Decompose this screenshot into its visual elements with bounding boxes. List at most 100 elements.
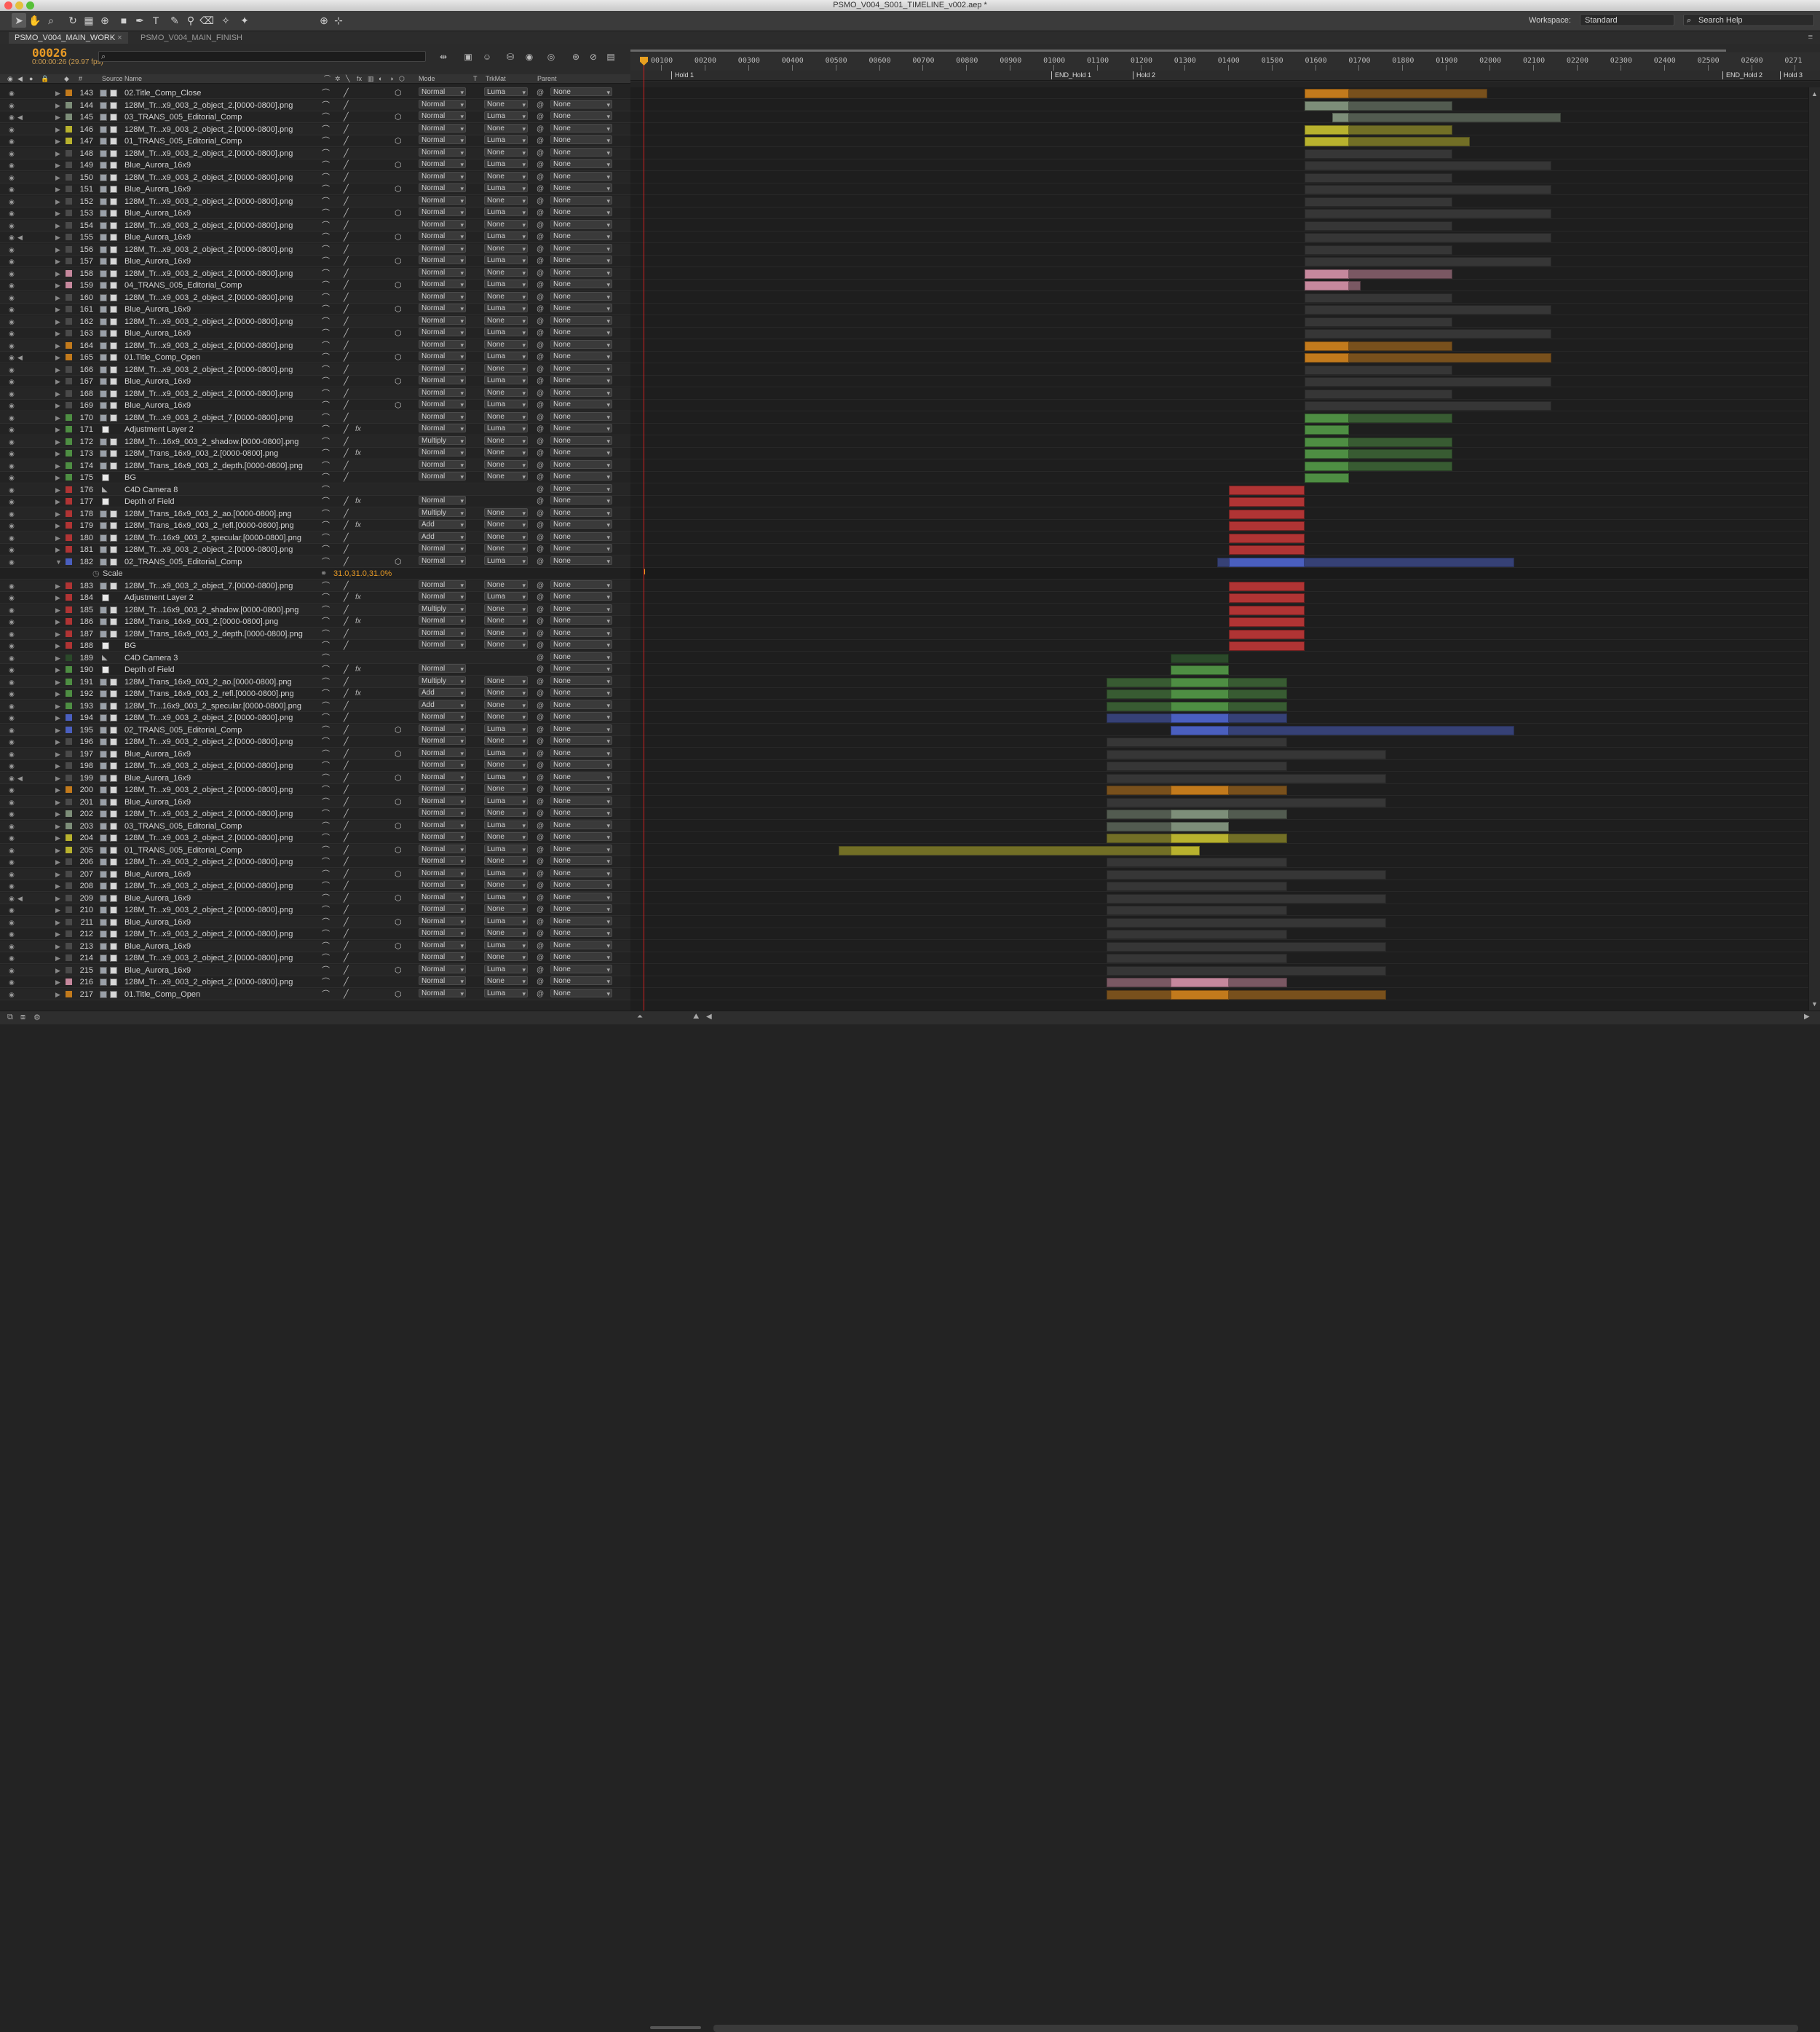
blend-mode-dropdown[interactable]: Normal xyxy=(419,244,466,253)
label-color-swatch[interactable] xyxy=(66,558,72,565)
twirl-closed-icon[interactable]: ▶ xyxy=(55,328,60,339)
pick-whip-icon[interactable]: @ xyxy=(537,917,544,928)
visibility-eye-icon[interactable]: ◉ xyxy=(9,436,16,448)
shy-icon[interactable]: ⌒ xyxy=(322,388,330,400)
layer-duration-bar[interactable] xyxy=(1305,233,1552,242)
quality-icon[interactable]: ╱ xyxy=(344,364,349,376)
quality-icon[interactable]: ╱ xyxy=(344,304,349,315)
pick-whip-icon[interactable]: @ xyxy=(537,676,544,688)
layer-name[interactable]: 01_TRANS_005_Editorial_Comp xyxy=(124,135,325,147)
label-color-swatch[interactable] xyxy=(66,378,72,384)
pan-behind-icon[interactable]: ⊕ xyxy=(98,13,112,28)
track-matte-dropdown[interactable]: Luma xyxy=(484,183,528,193)
track-matte-dropdown[interactable]: None xyxy=(484,604,528,614)
quality-icon[interactable]: ╱ xyxy=(344,496,349,507)
quality-icon[interactable]: ╱ xyxy=(344,952,349,964)
quality-icon[interactable]: ╱ xyxy=(344,821,349,832)
parent-dropdown[interactable]: None xyxy=(550,832,612,842)
layer-row[interactable]: ◉ ▶ 183 128M_Tr...x9_003_2_object_7.[0000-0… xyxy=(0,580,630,592)
blend-mode-dropdown[interactable]: Multiply xyxy=(419,604,466,614)
layer-duration-bar[interactable] xyxy=(1107,942,1386,952)
layer-row[interactable]: ◉ ▶ 205 01_TRANS_005_Editorial_Comp ⌒ ╱ ⬡ Norma… xyxy=(0,845,630,856)
parent-dropdown[interactable]: None xyxy=(550,268,612,277)
twirl-closed-icon[interactable]: ▶ xyxy=(55,856,60,868)
layer-row[interactable]: ◉ ▶ 170 128M_Tr...x9_003_2_object_7.[0000-0… xyxy=(0,412,630,424)
track-matte-dropdown[interactable]: Luma xyxy=(484,424,528,433)
visibility-eye-icon[interactable]: ◉ xyxy=(9,532,16,544)
3d-layer-icon[interactable]: ⬡ xyxy=(395,821,402,832)
shy-icon[interactable]: ⌒ xyxy=(322,376,330,387)
shy-icon[interactable]: ⌒ xyxy=(322,87,330,99)
parent-dropdown[interactable]: None xyxy=(550,760,612,770)
visibility-eye-icon[interactable]: ◉ xyxy=(9,484,16,496)
twirl-closed-icon[interactable]: ▶ xyxy=(55,111,60,123)
parent-dropdown[interactable]: None xyxy=(550,448,612,457)
shy-icon[interactable]: ⌒ xyxy=(322,556,330,568)
label-color-swatch[interactable] xyxy=(66,90,72,96)
layer-name[interactable]: Blue_Aurora_16x9 xyxy=(124,893,325,904)
blend-mode-dropdown[interactable]: Normal xyxy=(419,292,466,301)
pick-whip-icon[interactable]: @ xyxy=(537,772,544,784)
shy-switch-icon[interactable]: ⌒ xyxy=(324,74,331,83)
toggle-modes-icon[interactable]: ⧈ xyxy=(20,1013,25,1022)
parent-dropdown[interactable]: None xyxy=(550,941,612,950)
active-range-bar[interactable] xyxy=(1171,846,1200,855)
layer-row[interactable]: ◉ ▶ 176 ◣ C4D Camera 8 ⌒ @ None xyxy=(0,484,630,496)
pick-whip-icon[interactable]: @ xyxy=(537,556,544,568)
quality-icon[interactable]: ╱ xyxy=(344,845,349,856)
label-color-swatch[interactable] xyxy=(66,991,72,997)
pick-whip-icon[interactable]: @ xyxy=(537,244,544,256)
3d-layer-icon[interactable]: ⬡ xyxy=(395,183,402,195)
layer-row[interactable]: ◉ ▶ 172 128M_Tr...16x9_003_2_shadow.[0000-0… xyxy=(0,436,630,448)
pick-whip-icon[interactable]: @ xyxy=(537,460,544,472)
link-icon[interactable]: ⚭ xyxy=(320,568,327,580)
track-matte-dropdown[interactable]: Luma xyxy=(484,135,528,145)
shy-icon[interactable]: ⌒ xyxy=(322,832,330,844)
layer-duration-bar[interactable] xyxy=(1305,401,1552,411)
scroll-left-icon[interactable]: ◀ xyxy=(706,1013,712,1021)
3d-layer-icon[interactable]: ⬡ xyxy=(395,207,402,219)
active-range-bar[interactable] xyxy=(1305,125,1349,135)
twirl-closed-icon[interactable]: ▶ xyxy=(55,135,60,147)
parent-dropdown[interactable]: None xyxy=(550,316,612,325)
shy-icon[interactable]: ⌒ xyxy=(322,207,330,219)
quality-icon[interactable]: ╱ xyxy=(344,436,349,448)
pick-whip-icon[interactable]: @ xyxy=(537,352,544,363)
layer-duration-bar[interactable] xyxy=(1107,966,1386,976)
track-matte-dropdown[interactable]: None xyxy=(484,952,528,962)
active-range-bar[interactable] xyxy=(1171,990,1229,1000)
label-color-swatch[interactable] xyxy=(66,534,72,541)
parent-dropdown[interactable]: None xyxy=(550,724,612,734)
parent-dropdown[interactable]: None xyxy=(550,304,612,313)
layer-row[interactable]: ◉ ▶ 190 Depth of Field⌒ ╱ fx Normal @ None xyxy=(0,664,630,676)
parent-dropdown[interactable]: None xyxy=(550,580,612,590)
layer-row[interactable]: ◉ ▶ 213 Blue_Aurora_16x9⌒ ╱ ⬡ Normal Luma @ None xyxy=(0,941,630,952)
blend-mode-dropdown[interactable]: Normal xyxy=(419,976,466,986)
layer-duration-bar[interactable] xyxy=(1229,510,1305,519)
pick-whip-icon[interactable]: @ xyxy=(537,784,544,796)
blend-mode-dropdown[interactable]: Normal xyxy=(419,712,466,722)
pick-whip-icon[interactable]: @ xyxy=(537,268,544,280)
tab-main-work[interactable]: PSMO_V004_MAIN_WORK × xyxy=(9,32,128,44)
local-axis-icon[interactable]: ⊕ xyxy=(317,13,331,28)
layer-name[interactable]: Blue_Aurora_16x9 xyxy=(124,232,325,243)
quality-icon[interactable]: ╱ xyxy=(344,448,349,459)
layer-duration-bar[interactable] xyxy=(1107,798,1386,807)
label-color-swatch[interactable] xyxy=(66,871,72,877)
track-matte-dropdown[interactable]: None xyxy=(484,580,528,590)
parent-dropdown[interactable]: None xyxy=(550,748,612,758)
layer-name[interactable]: 128M_Tr...x9_003_2_object_2.[0000-0800].… xyxy=(124,712,325,724)
active-range-bar[interactable] xyxy=(1332,113,1349,122)
pick-whip-icon[interactable]: @ xyxy=(537,580,544,592)
visibility-eye-icon[interactable]: ◉ xyxy=(9,159,16,171)
blend-mode-dropdown[interactable]: Normal xyxy=(419,736,466,746)
layer-row[interactable]: ◉ ▶ 173 128M_Trans_16x9_003_2.[0000-0800].p… xyxy=(0,448,630,459)
3d-layer-icon[interactable]: ⬡ xyxy=(395,869,402,880)
shy-icon[interactable]: ⌒ xyxy=(322,628,330,640)
composition-marker[interactable]: Hold 1 xyxy=(671,71,694,79)
layer-row[interactable]: ◉ ▶ 212 128M_Tr...x9_003_2_object_2.[0000-0… xyxy=(0,928,630,940)
track-matte-dropdown[interactable]: None xyxy=(484,172,528,181)
twirl-closed-icon[interactable]: ▶ xyxy=(55,316,60,328)
shy-icon[interactable]: ⌒ xyxy=(322,340,330,352)
layer-duration-bar[interactable] xyxy=(1229,606,1305,615)
